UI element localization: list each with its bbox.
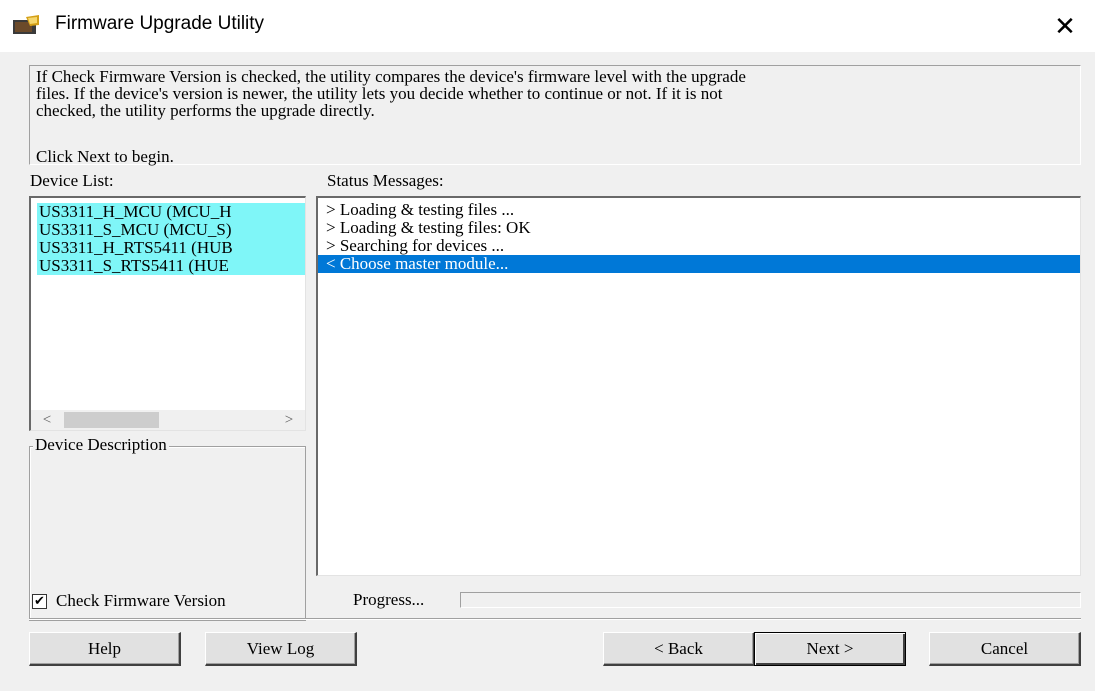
divider: [29, 618, 1081, 620]
close-button[interactable]: ✕: [1035, 0, 1095, 52]
scroll-left-icon[interactable]: <: [33, 410, 61, 430]
window-title: Firmware Upgrade Utility: [55, 13, 265, 34]
device-list-item[interactable]: US3311_S_RTS5411 (HUE: [37, 257, 305, 275]
device-list-label: Device List:: [30, 171, 114, 190]
begin-instruction: Click Next to begin.: [36, 147, 174, 166]
check-firmware-label[interactable]: Check Firmware Version: [56, 591, 226, 611]
scroll-right-icon[interactable]: >: [275, 410, 303, 430]
progress-bar: [460, 592, 1081, 608]
scroll-thumb[interactable]: [64, 412, 159, 428]
status-messages-label: Status Messages:: [327, 171, 444, 190]
view-log-button[interactable]: View Log: [205, 632, 357, 666]
help-button[interactable]: Help: [29, 632, 181, 666]
firmware-app-icon: [13, 15, 39, 34]
device-description-label: Device Description: [33, 435, 169, 454]
info-text-line: If Check Firmware Version is checked, th…: [36, 67, 746, 86]
status-message[interactable]: < Choose master module...: [318, 255, 1080, 273]
back-button[interactable]: < Back: [603, 632, 755, 666]
checkmark-icon: ✔: [34, 593, 45, 609]
device-list-item[interactable]: US3311_H_RTS5411 (HUB: [37, 239, 305, 257]
status-messages-list[interactable]: > Loading & testing files ... > Loading &…: [316, 196, 1081, 576]
device-list-item[interactable]: US3311_S_MCU (MCU_S): [37, 221, 305, 239]
info-panel: If Check Firmware Version is checked, th…: [29, 65, 1081, 165]
title-bar: Firmware Upgrade Utility ✕: [0, 0, 1095, 52]
status-message[interactable]: > Loading & testing files: OK: [318, 219, 1080, 237]
next-button[interactable]: Next >: [754, 632, 906, 666]
info-text-line: checked, the utility performs the upgrad…: [36, 101, 375, 120]
status-message[interactable]: > Searching for devices ...: [318, 237, 1080, 255]
cancel-button[interactable]: Cancel: [929, 632, 1081, 666]
close-icon: ✕: [1054, 10, 1076, 41]
status-message[interactable]: > Loading & testing files ...: [318, 201, 1080, 219]
progress-label: Progress...: [353, 590, 425, 609]
dialog-body: If Check Firmware Version is checked, th…: [0, 52, 1095, 691]
device-list-item[interactable]: US3311_H_MCU (MCU_H: [37, 203, 305, 221]
check-firmware-checkbox[interactable]: ✔: [32, 593, 47, 609]
check-firmware-option[interactable]: ✔ Check Firmware Version: [32, 591, 226, 611]
info-text-line: files. If the device's version is newer,…: [36, 84, 723, 103]
device-list[interactable]: US3311_H_MCU (MCU_H US3311_S_MCU (MCU_S)…: [29, 196, 306, 431]
device-list-hscrollbar[interactable]: < >: [31, 410, 305, 430]
